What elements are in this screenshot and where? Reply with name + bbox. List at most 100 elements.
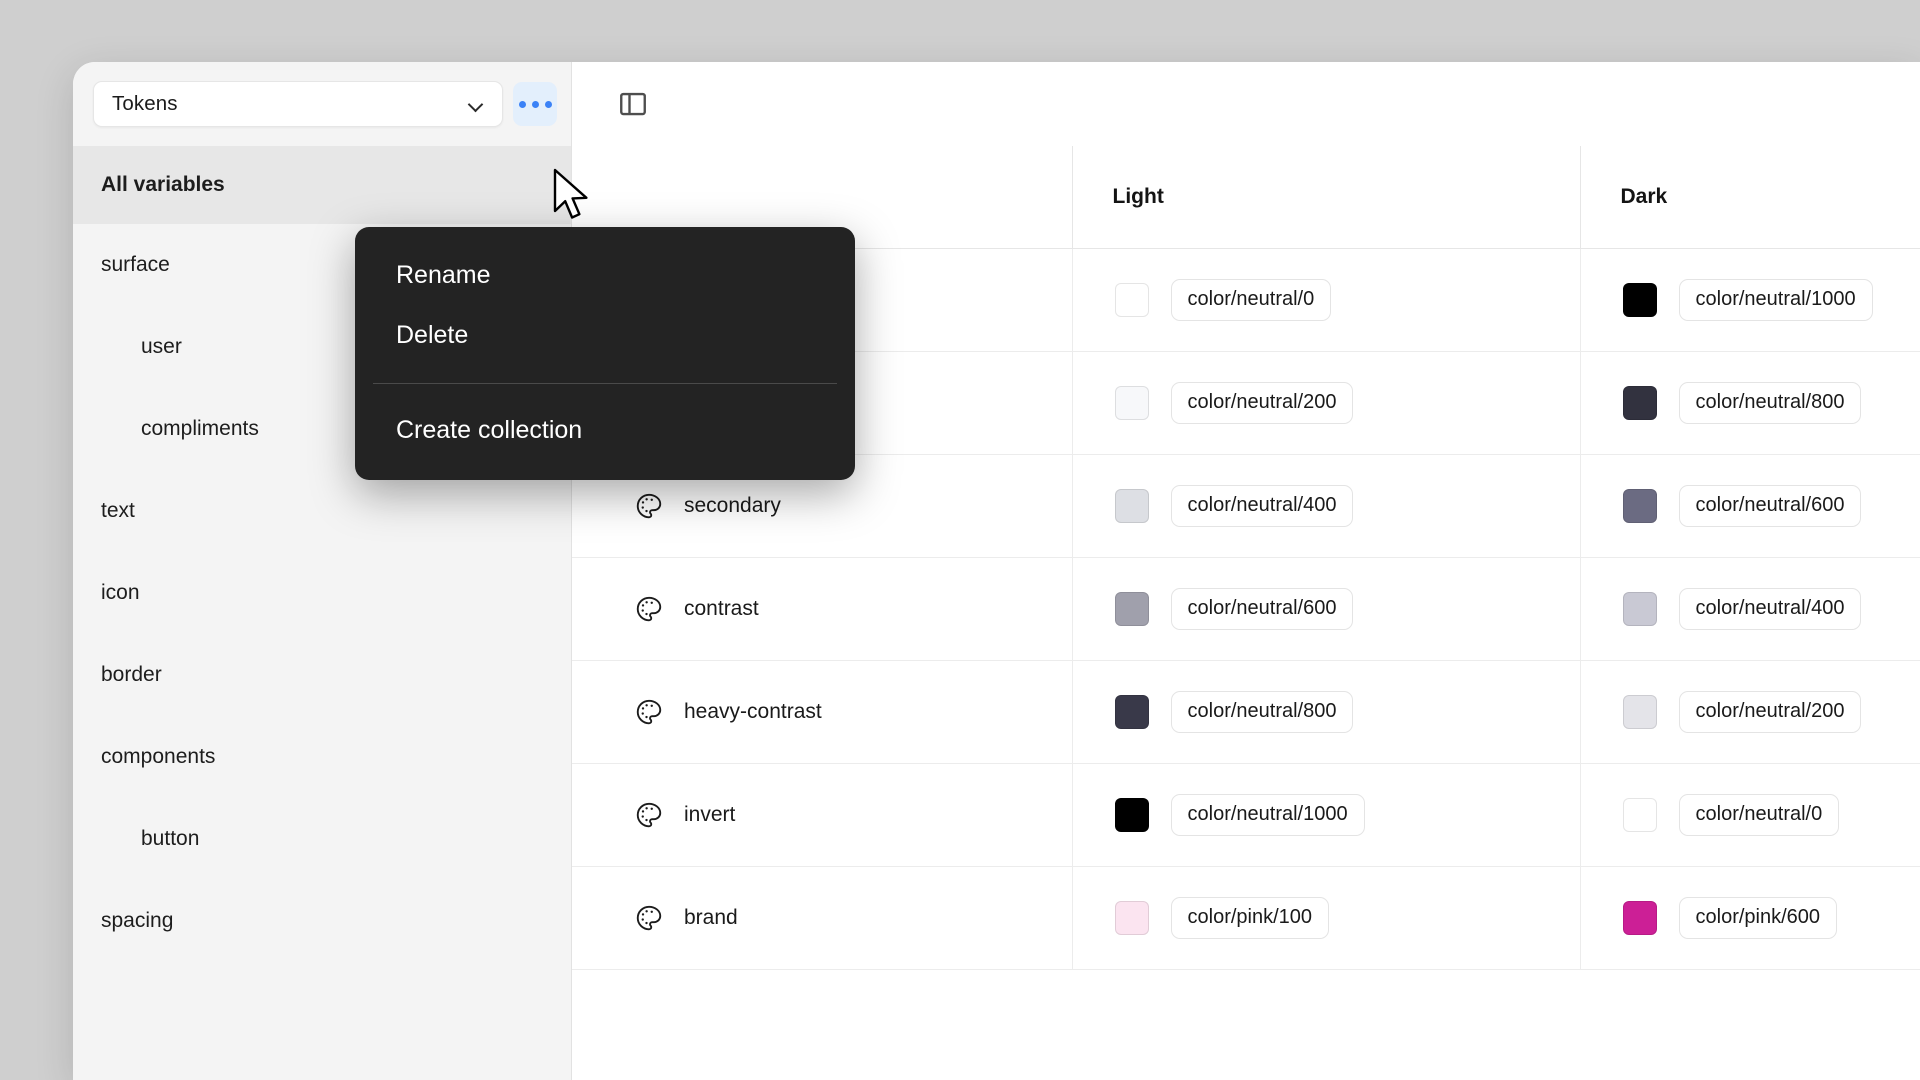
token-name: brand	[684, 905, 738, 929]
sidebar-item-label: surface	[101, 253, 170, 276]
sidebar-item-label: button	[141, 827, 200, 850]
more-horizontal-icon	[518, 100, 526, 108]
sidebar-item-button[interactable]: button	[73, 798, 571, 880]
sidebar-item-label: text	[101, 499, 135, 522]
token-alias-chip[interactable]: color/neutral/200	[1678, 690, 1862, 733]
table-row[interactable]: brand color/pink/100 color/pink/600	[572, 866, 1920, 970]
color-swatch[interactable]	[1622, 797, 1657, 832]
token-alias-chip[interactable]: color/neutral/0	[1170, 278, 1332, 321]
menu-item-label: Rename	[396, 260, 491, 289]
color-swatch[interactable]	[1114, 282, 1149, 317]
sidebar-toolbar: Tokens	[73, 62, 571, 146]
color-swatch[interactable]	[1114, 488, 1149, 523]
color-swatch[interactable]	[1622, 900, 1657, 935]
color-swatch[interactable]	[1114, 385, 1149, 420]
sidebar-item-label: user	[141, 335, 182, 358]
side-panel-icon[interactable]	[612, 83, 654, 125]
collection-context-menu: Rename Delete Create collection	[355, 227, 855, 480]
token-value-cell-dark[interactable]: color/neutral/600	[1580, 454, 1920, 558]
token-alias-chip[interactable]: color/pink/600	[1678, 896, 1838, 939]
sidebar-item-icon[interactable]: icon	[73, 552, 571, 634]
chevron-down-icon	[468, 96, 484, 112]
sidebar-item-label: components	[101, 745, 216, 768]
color-palette-icon	[636, 596, 662, 621]
color-palette-icon	[636, 905, 662, 930]
collection-dropdown[interactable]: Tokens	[93, 81, 503, 127]
collection-dropdown-value: Tokens	[112, 92, 178, 115]
token-value-cell-dark[interactable]: color/neutral/800	[1580, 351, 1920, 455]
color-palette-icon	[636, 802, 662, 827]
token-alias-chip[interactable]: color/neutral/1000	[1170, 793, 1365, 836]
sidebar-item-border[interactable]: border	[73, 634, 571, 716]
token-name: contrast	[684, 596, 759, 620]
menu-item-create-collection[interactable]: Create collection	[355, 400, 855, 460]
table-row[interactable]: invert color/neutral/1000 color/neutral/0	[572, 763, 1920, 867]
token-alias-chip[interactable]: color/neutral/0	[1678, 793, 1840, 836]
table-row[interactable]: heavy-contrast color/neutral/800 color/neu…	[572, 660, 1920, 764]
color-swatch[interactable]	[1622, 282, 1657, 317]
token-name-cell[interactable]: contrast	[572, 557, 1073, 661]
app-window: Tokens All variables surface user complime…	[73, 62, 1920, 1080]
token-name-cell[interactable]: heavy-contrast	[572, 660, 1073, 764]
more-horizontal-icon	[531, 100, 539, 108]
token-value-cell-light[interactable]: color/neutral/200	[1072, 351, 1581, 455]
token-alias-chip[interactable]: color/neutral/600	[1678, 484, 1862, 527]
color-palette-icon	[636, 699, 662, 724]
more-horizontal-icon	[544, 100, 552, 108]
sidebar-item-label: border	[101, 663, 162, 686]
column-header-light[interactable]: Light	[1072, 146, 1581, 249]
token-value-cell-light[interactable]: color/pink/100	[1072, 866, 1581, 970]
color-swatch[interactable]	[1114, 694, 1149, 729]
variables-sidebar: Tokens All variables surface user complime…	[73, 62, 572, 1080]
token-alias-chip[interactable]: color/neutral/800	[1678, 381, 1862, 424]
color-swatch[interactable]	[1114, 900, 1149, 935]
token-alias-chip[interactable]: color/neutral/800	[1170, 690, 1354, 733]
variables-table-area: Light Dark primarycolor/neutral/0color/n…	[572, 62, 1920, 1080]
sidebar-item-label: icon	[101, 581, 140, 604]
token-value-cell-light[interactable]: color/neutral/800	[1072, 660, 1581, 764]
token-value-cell-light[interactable]: color/neutral/1000	[1072, 763, 1581, 867]
sidebar-item-all-variables[interactable]: All variables	[73, 146, 571, 224]
token-value-cell-dark[interactable]: color/neutral/400	[1580, 557, 1920, 661]
token-name-cell[interactable]: brand	[572, 866, 1073, 970]
token-value-cell-light[interactable]: color/neutral/400	[1072, 454, 1581, 558]
color-palette-icon	[636, 493, 662, 518]
token-alias-chip[interactable]: color/neutral/400	[1170, 484, 1354, 527]
token-value-cell-dark[interactable]: color/pink/600	[1580, 866, 1920, 970]
sidebar-item-components[interactable]: components	[73, 716, 571, 798]
menu-item-label: Create collection	[396, 415, 583, 444]
token-name: heavy-contrast	[684, 699, 822, 723]
color-swatch[interactable]	[1114, 797, 1149, 832]
sidebar-item-label: All variables	[101, 173, 225, 196]
token-value-cell-dark[interactable]: color/neutral/1000	[1580, 248, 1920, 352]
token-value-cell-light[interactable]: color/neutral/0	[1072, 248, 1581, 352]
color-swatch[interactable]	[1622, 591, 1657, 626]
sidebar-item-spacing[interactable]: spacing	[73, 880, 571, 962]
token-value-cell-light[interactable]: color/neutral/600	[1072, 557, 1581, 661]
sidebar-item-text[interactable]: text	[73, 470, 571, 552]
more-options-button[interactable]	[513, 82, 557, 126]
token-alias-chip[interactable]: color/neutral/200	[1170, 381, 1354, 424]
menu-item-rename[interactable]: Rename	[355, 245, 855, 305]
token-alias-chip[interactable]: color/neutral/400	[1678, 587, 1862, 630]
token-alias-chip[interactable]: color/pink/100	[1170, 896, 1330, 939]
sidebar-item-label: spacing	[101, 909, 174, 932]
color-swatch[interactable]	[1622, 385, 1657, 420]
column-header-dark[interactable]: Dark	[1580, 146, 1920, 249]
table-row[interactable]: contrast color/neutral/600 color/neutral/4…	[572, 557, 1920, 661]
sidebar-item-label: compliments	[141, 417, 259, 440]
menu-item-label: Delete	[396, 320, 469, 349]
token-name: invert	[684, 802, 736, 826]
token-value-cell-dark[interactable]: color/neutral/0	[1580, 763, 1920, 867]
color-swatch[interactable]	[1622, 488, 1657, 523]
color-swatch[interactable]	[1114, 591, 1149, 626]
color-swatch[interactable]	[1622, 694, 1657, 729]
token-alias-chip[interactable]: color/neutral/600	[1170, 587, 1354, 630]
token-value-cell-dark[interactable]: color/neutral/200	[1580, 660, 1920, 764]
menu-separator	[373, 383, 837, 384]
token-name: secondary	[684, 493, 781, 517]
menu-item-delete[interactable]: Delete	[355, 305, 855, 365]
token-alias-chip[interactable]: color/neutral/1000	[1678, 278, 1873, 321]
main-toolbar	[572, 62, 1920, 146]
token-name-cell[interactable]: invert	[572, 763, 1073, 867]
